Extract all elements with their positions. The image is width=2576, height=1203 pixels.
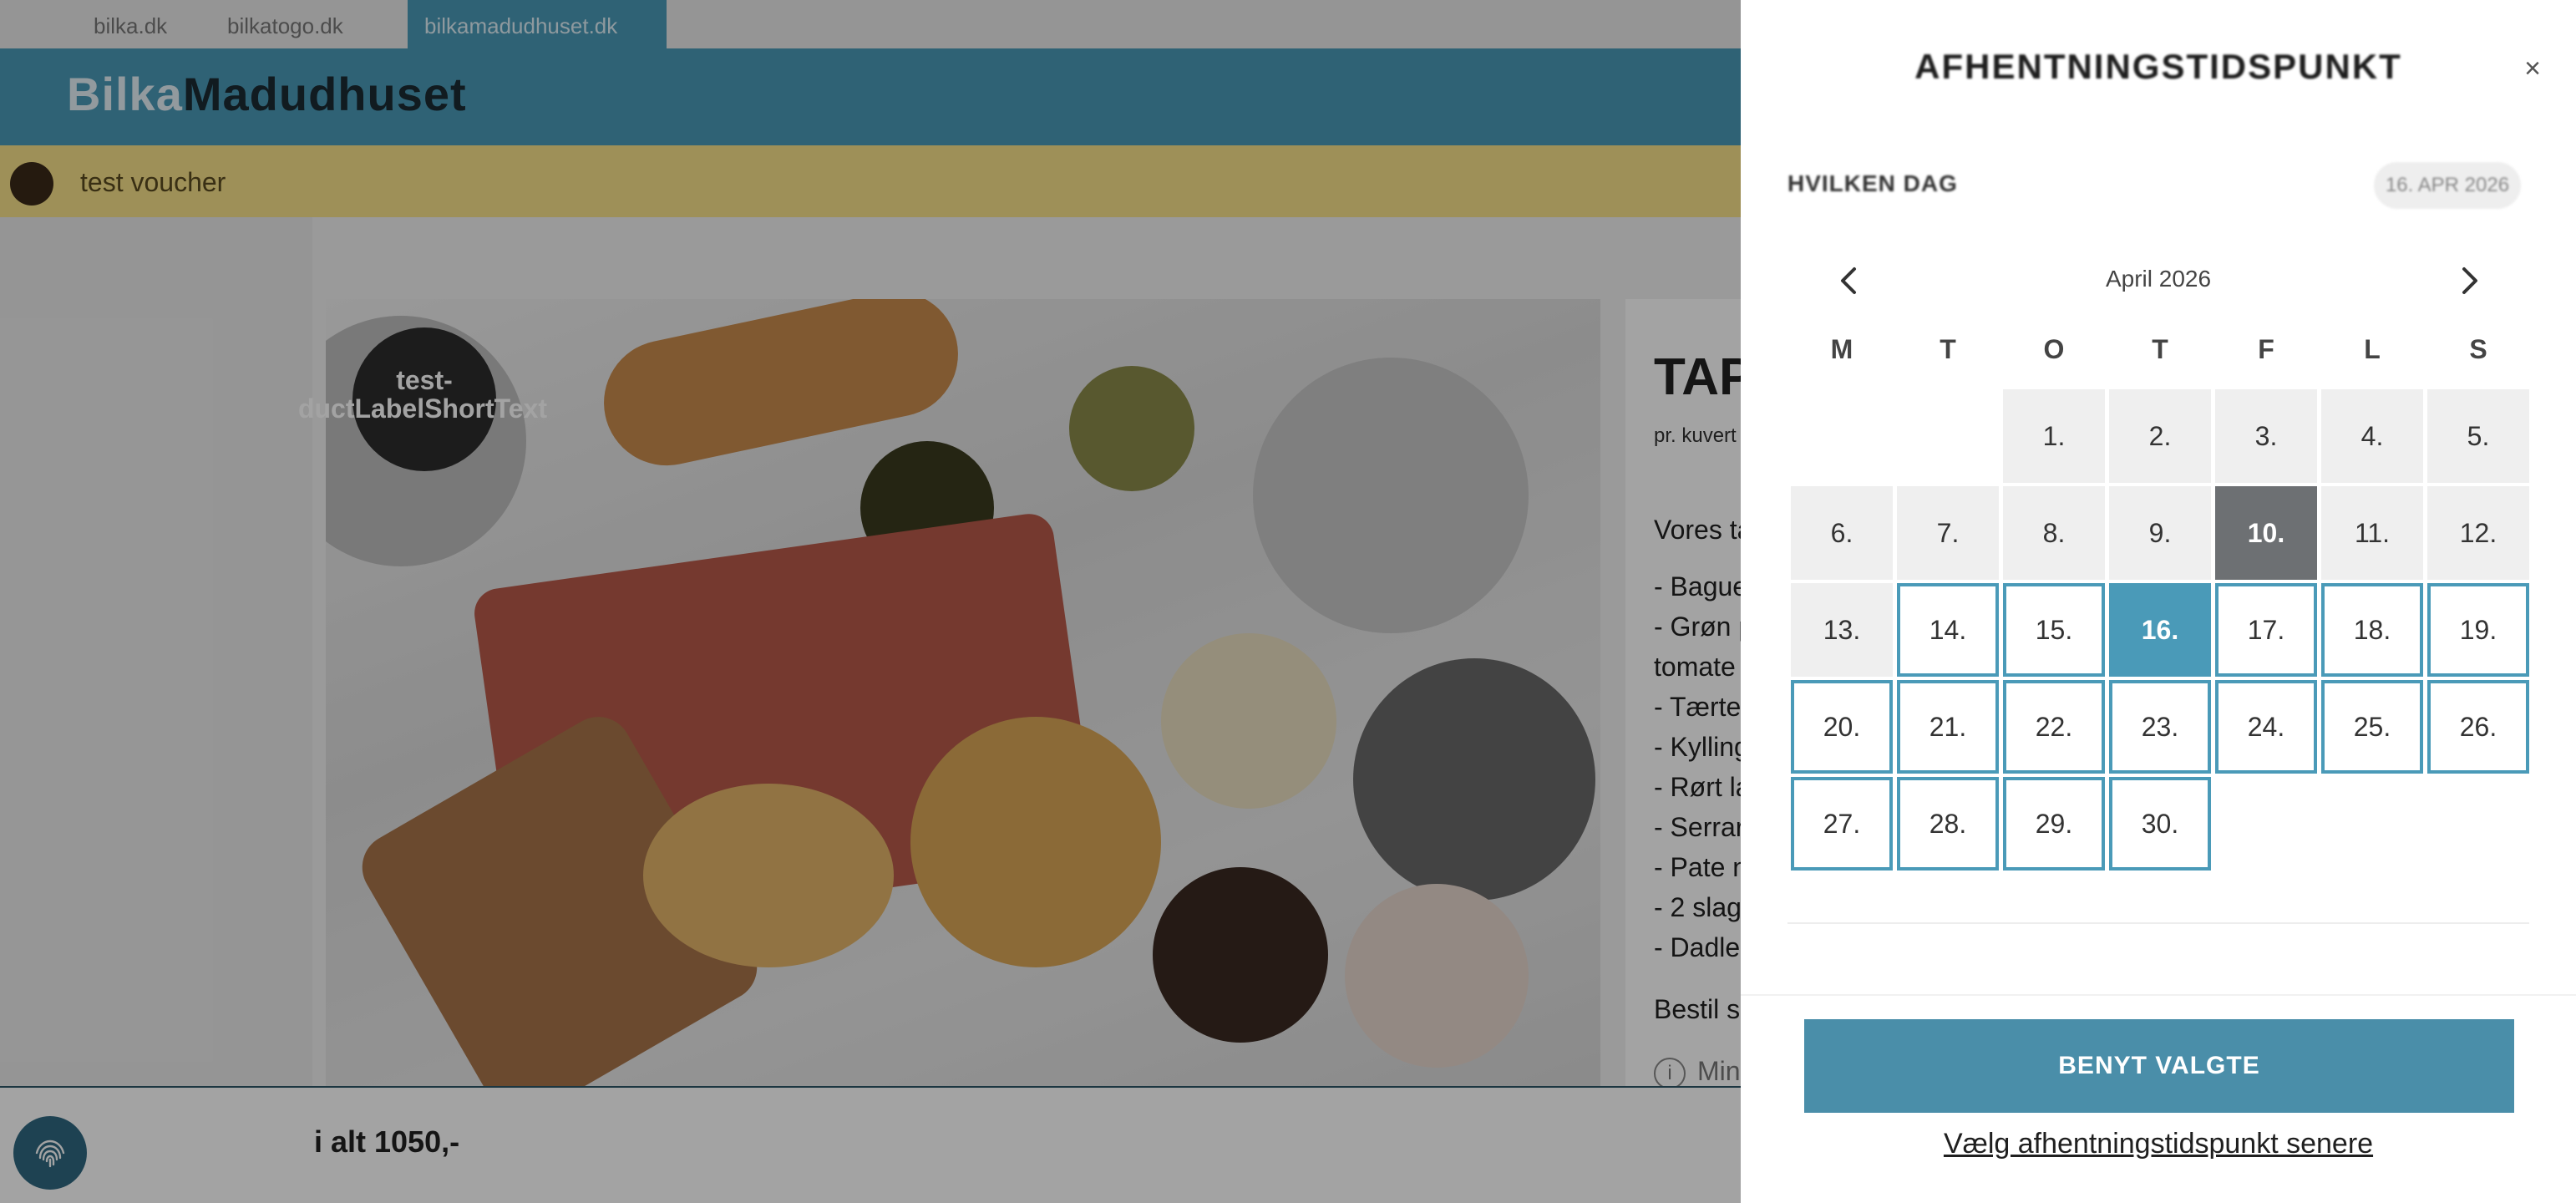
weekday-sun: S xyxy=(2469,334,2487,364)
calendar-day-28[interactable]: 28. xyxy=(1897,777,1999,871)
calendar-day-13: 13. xyxy=(1791,583,1893,677)
weekday-mon: M xyxy=(1830,334,1853,364)
calendar-day-3: 3. xyxy=(2215,389,2317,483)
calendar-day-12: 12. xyxy=(2427,486,2529,580)
choose-later-link[interactable]: Vælg afhentningstidspunkt senere xyxy=(1741,1128,2576,1160)
calendar-day-1: 1. xyxy=(2003,389,2105,483)
close-icon[interactable]: × xyxy=(2518,53,2548,84)
calendar-day-20[interactable]: 20. xyxy=(1791,680,1893,774)
calendar-day-15[interactable]: 15. xyxy=(2003,583,2105,677)
calendar-grid: 1. 2. 3. 4. 5. 6. 7. 8. 9. 10. 11. 12. 13. 14. 15. 16. 1… xyxy=(1791,389,2533,874)
divider xyxy=(1787,922,2529,924)
weekday-fri: F xyxy=(2258,334,2274,364)
calendar-day-27[interactable]: 27. xyxy=(1791,777,1893,871)
weekday-thu: T xyxy=(2152,334,2168,364)
chevron-right-icon xyxy=(2462,267,2477,294)
calendar-day-26[interactable]: 26. xyxy=(2427,680,2529,774)
calendar-day-24[interactable]: 24. xyxy=(2215,680,2317,774)
day-question-label: HVILKEN DAG xyxy=(1787,170,1958,196)
calendar-day-22[interactable]: 22. xyxy=(2003,680,2105,774)
calendar-day-7: 7. xyxy=(1897,486,1999,580)
divider xyxy=(1741,994,2576,996)
calendar-day-2: 2. xyxy=(2109,389,2211,483)
weekday-sat: L xyxy=(2364,334,2381,364)
weekday-tue: T xyxy=(1940,334,1956,364)
calendar-day-17[interactable]: 17. xyxy=(2215,583,2317,677)
calendar-day-6: 6. xyxy=(1791,486,1893,580)
calendar-day-5: 5. xyxy=(2427,389,2529,483)
next-month-button[interactable] xyxy=(2444,256,2494,306)
calendar-day-29[interactable]: 29. xyxy=(2003,777,2105,871)
calendar-day-8: 8. xyxy=(2003,486,2105,580)
calendar-day-9: 9. xyxy=(2109,486,2211,580)
calendar-day-14[interactable]: 14. xyxy=(1897,583,1999,677)
pickup-time-drawer: AFHENTNINGSTIDSPUNKT × HVILKEN DAG 16. A… xyxy=(1741,0,2576,1203)
calendar-day-25[interactable]: 25. xyxy=(2321,680,2423,774)
selected-date-chip: 16. APR 2026 xyxy=(2374,162,2521,209)
calendar-day-16[interactable]: 16. xyxy=(2109,583,2211,677)
calendar-weekday-header: M T O T F L S xyxy=(1791,334,2533,376)
apply-selection-button[interactable]: BENYT VALGTE xyxy=(1804,1019,2514,1113)
calendar-day-30[interactable]: 30. xyxy=(2109,777,2211,871)
calendar-day-4: 4. xyxy=(2321,389,2423,483)
calendar-day-23[interactable]: 23. xyxy=(2109,680,2211,774)
calendar-day-18[interactable]: 18. xyxy=(2321,583,2423,677)
calendar-day-21[interactable]: 21. xyxy=(1897,680,1999,774)
calendar-day-11: 11. xyxy=(2321,486,2423,580)
drawer-title: AFHENTNINGSTIDSPUNKT xyxy=(1914,47,2402,86)
calendar-day-19[interactable]: 19. xyxy=(2427,583,2529,677)
calendar-day-10: 10. xyxy=(2215,486,2317,580)
weekday-wed: O xyxy=(2043,334,2065,364)
